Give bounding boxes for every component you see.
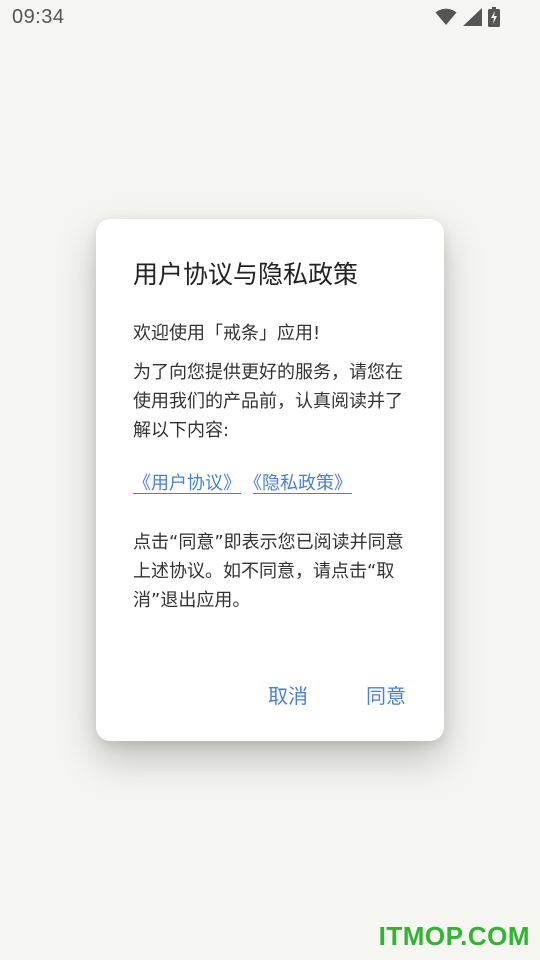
- user-agreement-link[interactable]: 《用户协议》: [133, 473, 241, 494]
- consent-notice: 点击“同意”即表示您已阅读并同意上述协议。如不同意，请点击“取消”退出应用。: [133, 532, 404, 611]
- wifi-icon: [435, 8, 457, 26]
- watermark: ITMOP.COM: [378, 921, 530, 951]
- dialog-body: 欢迎使用「戒条」应用! 为了向您提供更好的服务，请您在使用我们的产品前，认真阅读…: [133, 319, 413, 615]
- status-time: 09:34: [12, 6, 65, 28]
- welcome-text: 欢迎使用「戒条」应用!: [133, 323, 321, 344]
- dialog-title: 用户协议与隐私政策: [133, 260, 359, 289]
- status-bar: 09:34: [0, 0, 540, 36]
- privacy-policy-link[interactable]: 《隐私政策》: [253, 473, 352, 494]
- dialog-actions: 取消 同意: [268, 680, 406, 709]
- policy-links: 《用户协议》 《隐私政策》: [133, 469, 413, 498]
- cell-signal-icon: [463, 8, 482, 26]
- agreement-dialog: 用户协议与隐私政策 欢迎使用「戒条」应用! 为了向您提供更好的服务，请您在使用我…: [96, 219, 444, 741]
- agree-button[interactable]: 同意: [366, 680, 406, 709]
- intro-text: 为了向您提供更好的服务，请您在使用我们的产品前，认真阅读并了解以下内容:: [133, 362, 403, 441]
- battery-charging-icon: [488, 7, 500, 27]
- cancel-button[interactable]: 取消: [268, 680, 308, 709]
- status-icons: [435, 7, 500, 27]
